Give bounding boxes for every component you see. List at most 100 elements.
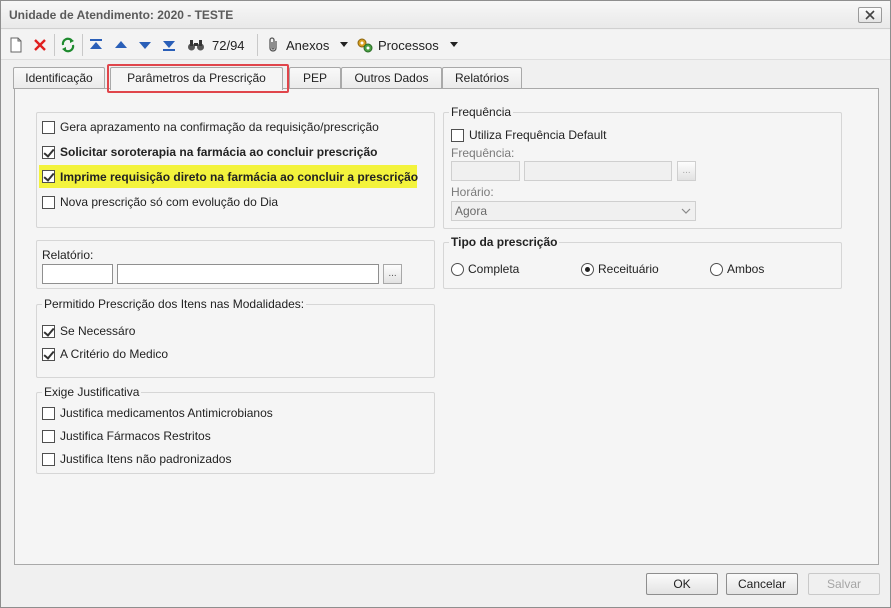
- option-label: Imprime requisição direto na farmácia ao…: [60, 169, 419, 184]
- option-label: Solicitar soroterapia na farmácia ao con…: [60, 145, 378, 159]
- close-button[interactable]: [858, 7, 882, 23]
- justifica-label: Justifica Fármacos Restritos: [60, 429, 211, 443]
- horario-value: Agora: [455, 204, 488, 218]
- horario-label: Horário:: [451, 185, 494, 199]
- first-record-button[interactable]: [89, 36, 103, 54]
- checkbox[interactable]: [42, 452, 55, 466]
- checkbox[interactable]: [42, 406, 55, 420]
- tab-outros-dados[interactable]: Outros Dados: [341, 67, 442, 89]
- anexos-label: Anexos: [286, 37, 330, 53]
- radio-label: Ambos: [727, 262, 765, 276]
- refresh-icon: [61, 37, 75, 53]
- new-document-button[interactable]: [9, 36, 23, 54]
- modalidades-group: Permitido Prescrição dos Itens nas Modal…: [36, 297, 435, 378]
- title-bar: Unidade de Atendimento: 2020 - TESTE: [1, 1, 890, 29]
- modalidade-se-necessario[interactable]: Se Necessáro: [42, 322, 135, 340]
- relatorio-code-input[interactable]: [42, 264, 113, 284]
- anexos-menu-button[interactable]: Anexos: [266, 36, 349, 54]
- search-records-button[interactable]: 72/94: [187, 36, 245, 54]
- relatorio-group: Relatório: ...: [36, 240, 435, 289]
- frequencia-label: Frequência:: [451, 146, 515, 160]
- next-record-button[interactable]: [138, 36, 152, 54]
- arrow-down-icon: [139, 42, 151, 49]
- justifica-farmacos-restritos[interactable]: Justifica Fármacos Restritos: [42, 427, 211, 445]
- delete-button[interactable]: [33, 36, 47, 54]
- checkbox[interactable]: [42, 145, 55, 159]
- radio[interactable]: [581, 262, 594, 276]
- tab-content-panel: Gera aprazamento na confirmação da requi…: [14, 88, 879, 565]
- tipo-prescricao-group: Tipo da prescrição Completa Receituário …: [443, 235, 842, 289]
- binoculars-icon: [188, 40, 204, 51]
- tipo-ambos-radio[interactable]: Ambos: [710, 260, 764, 278]
- option-gera-aprazamento[interactable]: Gera aprazamento na confirmação da requi…: [42, 118, 379, 136]
- ok-button[interactable]: OK: [646, 573, 718, 595]
- record-counter: 72/94: [212, 37, 245, 53]
- modalidade-label: A Critério do Medico: [60, 347, 169, 361]
- gears-icon: [357, 38, 373, 53]
- processos-label: Processos: [378, 37, 439, 53]
- modalidade-label: Se Necessáro: [60, 324, 136, 338]
- checkbox[interactable]: [42, 120, 55, 134]
- justifica-label: Justifica medicamentos Antimicrobianos: [60, 406, 273, 420]
- modalidade-a-criterio[interactable]: A Critério do Medico: [42, 345, 168, 363]
- window-title: Unidade de Atendimento: 2020 - TESTE: [9, 8, 234, 22]
- chevron-down-icon: [681, 208, 691, 214]
- tab-identificacao[interactable]: Identificação: [13, 67, 105, 89]
- close-icon: [865, 10, 875, 20]
- toolbar-separator: [54, 34, 55, 56]
- frequencia-title: Frequência: [449, 105, 514, 119]
- checkbox[interactable]: [42, 170, 55, 183]
- tipo-receituario-radio[interactable]: Receituário: [581, 260, 659, 278]
- justifica-label: Justifica Itens não padronizados: [60, 452, 232, 466]
- tab-highlight-annotation: [107, 64, 289, 93]
- tab-relatorios[interactable]: Relatórios: [442, 67, 522, 89]
- last-record-button[interactable]: [162, 36, 176, 54]
- checkbox[interactable]: [451, 128, 464, 142]
- toolbar: 72/94 Anexos Processos: [1, 30, 890, 60]
- checkbox[interactable]: [42, 347, 55, 361]
- checkbox[interactable]: [42, 324, 55, 338]
- justifica-antimicrobianos[interactable]: Justifica medicamentos Antimicrobianos: [42, 404, 273, 422]
- last-record-icon: [163, 41, 175, 51]
- prescription-options-group: Gera aprazamento na confirmação da requi…: [36, 112, 435, 228]
- option-label: Gera aprazamento na confirmação da requi…: [60, 120, 379, 134]
- option-imprime-requisicao[interactable]: Imprime requisição direto na farmácia ao…: [39, 165, 419, 188]
- radio[interactable]: [710, 262, 723, 276]
- tipo-completa-radio[interactable]: Completa: [451, 260, 519, 278]
- utiliza-frequencia-default[interactable]: Utiliza Frequência Default: [451, 126, 606, 144]
- horario-select[interactable]: Agora: [451, 201, 696, 221]
- utiliza-frequencia-label: Utiliza Frequência Default: [469, 128, 607, 142]
- dropdown-arrow-icon: [449, 42, 458, 47]
- frequencia-lookup-button[interactable]: ...: [677, 161, 696, 181]
- radio[interactable]: [451, 262, 464, 276]
- checkbox[interactable]: [42, 195, 55, 209]
- dropdown-arrow-icon: [340, 42, 349, 47]
- tipo-prescricao-title: Tipo da prescrição: [449, 235, 560, 249]
- delete-icon: [34, 39, 46, 51]
- frequencia-code-input[interactable]: [451, 161, 520, 181]
- first-record-icon: [90, 39, 102, 49]
- modalidades-title: Permitido Prescrição dos Itens nas Modal…: [42, 297, 307, 311]
- justifica-itens-nao-padronizados[interactable]: Justifica Itens não padronizados: [42, 450, 231, 468]
- toolbar-separator: [257, 34, 258, 56]
- checkbox[interactable]: [42, 429, 55, 443]
- tab-pep[interactable]: PEP: [289, 67, 341, 89]
- frequencia-name-input[interactable]: [524, 161, 672, 181]
- relatorio-label: Relatório:: [42, 248, 94, 262]
- refresh-button[interactable]: [60, 36, 76, 54]
- dialog-window: Unidade de Atendimento: 2020 - TESTE 72/…: [0, 0, 891, 608]
- arrow-up-icon: [115, 41, 127, 48]
- relatorio-lookup-button[interactable]: ...: [383, 264, 402, 284]
- previous-record-button[interactable]: [114, 36, 128, 54]
- justificativa-title: Exige Justificativa: [42, 385, 142, 399]
- save-button[interactable]: Salvar: [808, 573, 880, 595]
- option-nova-prescricao[interactable]: Nova prescrição só com evolução do Dia: [42, 193, 278, 211]
- option-solicitar-soroterapia[interactable]: Solicitar soroterapia na farmácia ao con…: [42, 143, 377, 161]
- cancel-button[interactable]: Cancelar: [726, 573, 798, 595]
- justificativa-group: Exige Justificativa Justifica medicament…: [36, 385, 435, 474]
- relatorio-name-input[interactable]: [117, 264, 379, 284]
- new-document-icon: [10, 37, 22, 53]
- radio-label: Completa: [468, 262, 520, 276]
- toolbar-separator: [82, 34, 83, 56]
- processos-menu-button[interactable]: Processos: [356, 36, 459, 54]
